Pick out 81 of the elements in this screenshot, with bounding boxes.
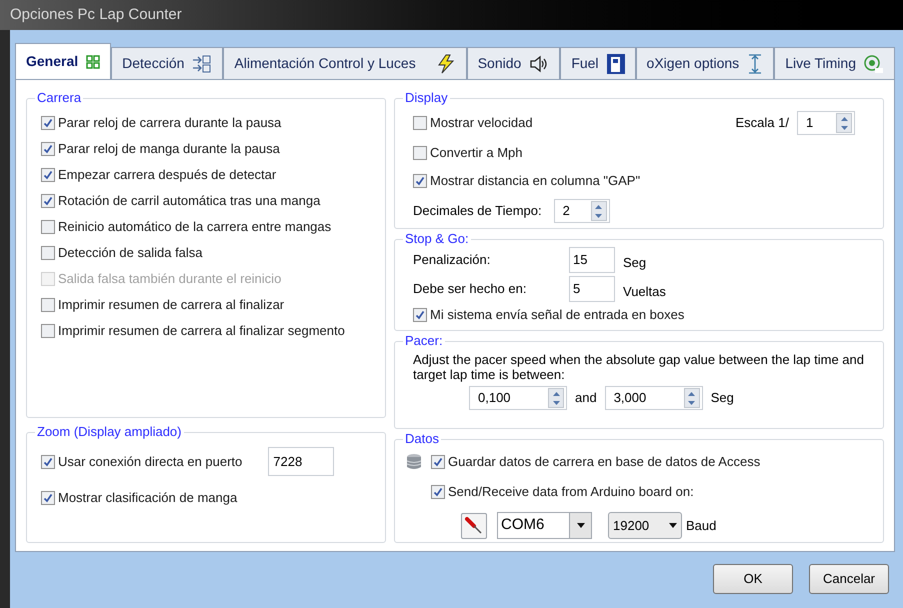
checkbox[interactable] xyxy=(41,116,55,130)
checkbox-label: Guardar datos de carrera en base de datos de Access xyxy=(448,453,760,472)
tab[interactable]: General xyxy=(15,43,112,79)
checkbox[interactable] xyxy=(413,174,427,188)
checkbox-label: Convertir a Mph xyxy=(430,144,522,162)
checkbox-label: Send/Receive data from Arduino board on: xyxy=(448,483,694,502)
fuel-pump-icon xyxy=(606,54,625,74)
dialog-button[interactable]: Cancelar xyxy=(809,564,889,594)
tab[interactable]: Detección xyxy=(111,47,224,79)
database-icon xyxy=(405,453,423,471)
joiner-label: and xyxy=(575,389,597,408)
spin-field[interactable]: 0,100 xyxy=(469,386,567,410)
unit-label: Seg xyxy=(623,254,646,272)
baud-dropdown[interactable]: 19200 xyxy=(608,512,682,539)
tab[interactable]: Live Timing xyxy=(774,47,895,79)
checkbox-label: Mostrar clasificación de manga xyxy=(58,489,238,508)
checkbox-label: Rotación de carril automática tras una manga xyxy=(58,192,320,210)
checkbox-label: Mostrar velocidad xyxy=(430,114,533,132)
signal-dial-icon xyxy=(864,54,884,74)
port-dropdown[interactable]: COM6 xyxy=(497,512,592,539)
unit-label: Vueltas xyxy=(623,283,666,302)
decimals-label: Decimales de Tiempo: xyxy=(413,202,542,220)
checkbox-label: Detección de salida falsa xyxy=(58,244,203,262)
checkbox-label: Usar conexión directa en puerto xyxy=(58,452,242,471)
field-label: Penalización: xyxy=(413,251,492,270)
checkbox-label: Parar reloj de manga durante la pausa xyxy=(58,140,280,158)
group-title: Display xyxy=(403,90,450,106)
checkbox[interactable] xyxy=(41,246,55,260)
checkbox-label: Salida falsa también durante el reinicio xyxy=(58,270,282,288)
height-arrows-icon xyxy=(747,54,764,74)
caret-icon xyxy=(669,523,677,528)
checkbox[interactable] xyxy=(41,324,55,338)
screwdriver-icon xyxy=(465,516,483,534)
arrow-box-icon xyxy=(192,54,212,72)
spin-arrows-icon[interactable] xyxy=(836,113,852,133)
tab[interactable]: Alimentación Control y Luces xyxy=(223,47,467,79)
checkbox-label: Empezar carrera después de detectar xyxy=(58,166,276,184)
checkbox[interactable] xyxy=(41,298,55,312)
checkbox-label: Parar reloj de carrera durante la pausa xyxy=(58,114,282,132)
checkbox[interactable] xyxy=(431,485,445,499)
checkbox[interactable] xyxy=(431,455,445,469)
checkbox[interactable] xyxy=(41,220,55,234)
scale-label: Escala 1/ xyxy=(736,114,789,132)
spin-field[interactable]: 2 xyxy=(554,199,610,223)
input-field[interactable]: 5 xyxy=(569,276,615,302)
grid-icon xyxy=(86,54,100,68)
checkbox[interactable] xyxy=(41,491,55,505)
checkbox-label: Mostrar distancia en columna "GAP" xyxy=(430,172,640,190)
spin-arrows-icon[interactable] xyxy=(548,388,564,408)
checkbox[interactable] xyxy=(41,194,55,208)
spin-arrows-icon[interactable] xyxy=(684,388,700,408)
tab[interactable]: Sonido xyxy=(466,47,560,79)
spin-field[interactable]: 1 xyxy=(797,111,855,135)
checkbox[interactable] xyxy=(413,308,427,322)
lightning-icon xyxy=(436,54,456,74)
screwdriver-button[interactable] xyxy=(461,512,487,538)
checkbox[interactable] xyxy=(41,168,55,182)
checkbox-label: Reinicio automático de la carrera entre mangas xyxy=(58,218,332,236)
checkbox-label: Imprimir resumen de carrera al finalizar segmento xyxy=(58,322,345,340)
spin-arrows-icon[interactable] xyxy=(590,201,607,221)
window-title: Opciones Pc Lap Counter xyxy=(10,4,182,25)
checkbox[interactable] xyxy=(41,142,55,156)
spin-field[interactable]: 3,000 xyxy=(604,386,703,410)
tab[interactable]: oXigen options xyxy=(636,47,774,79)
field-label: Debe ser hecho en: xyxy=(413,280,528,298)
dialog-button[interactable]: OK xyxy=(713,564,793,594)
group-title: Zoom (Display ampliado) xyxy=(35,424,184,440)
speaker-icon xyxy=(529,54,550,72)
caret-icon xyxy=(569,513,591,538)
checkbox-label: Imprimir resumen de carrera al finalizar xyxy=(58,296,284,314)
port-field[interactable]: 7228 xyxy=(268,447,334,476)
checkbox[interactable] xyxy=(413,146,427,160)
pacer-description: Adjust the pacer speed when the absolute gap value between the lap time and target lap time is between: xyxy=(413,352,865,382)
input-field[interactable]: 15 xyxy=(569,247,615,273)
tab[interactable]: Fuel xyxy=(560,47,636,79)
checkbox[interactable] xyxy=(41,454,55,468)
unit-label: Seg xyxy=(710,389,734,408)
checkbox[interactable] xyxy=(413,116,427,130)
baud-label: Baud xyxy=(686,516,716,535)
group-title: Stop & Go: xyxy=(403,231,471,247)
checkbox-label: Mi sistema envía señal de entrada en boxes xyxy=(430,306,684,324)
